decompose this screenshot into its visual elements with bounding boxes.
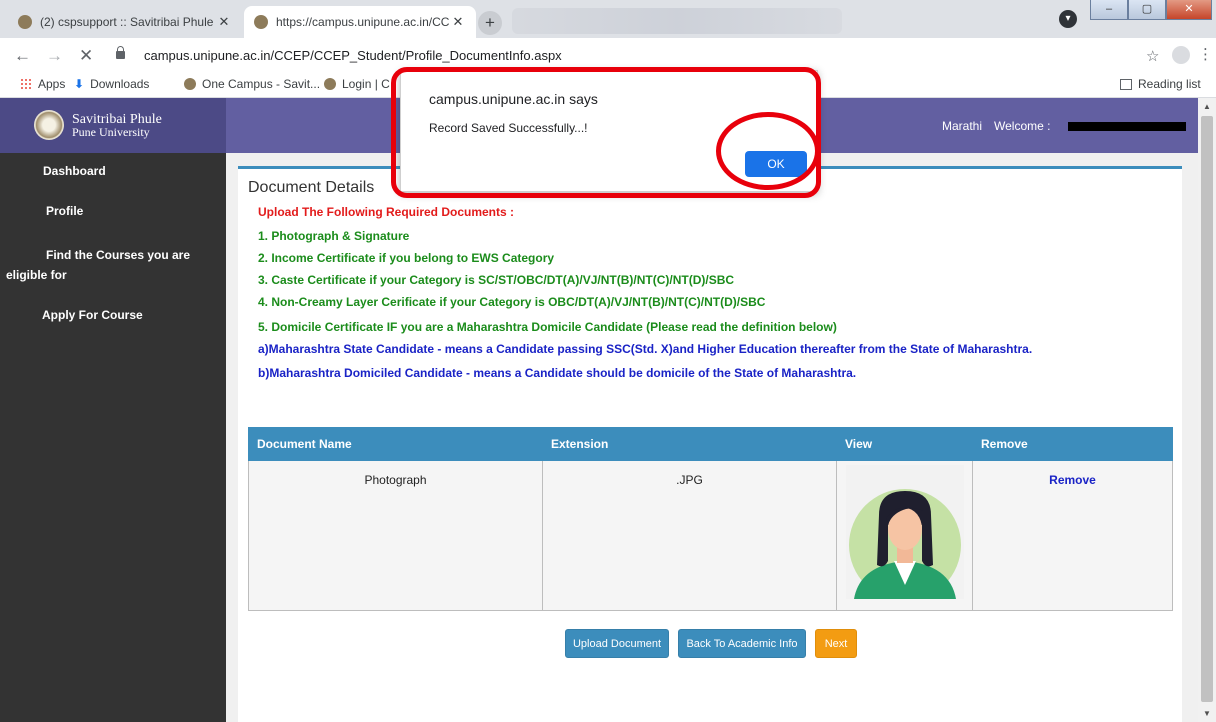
page-scrollbar[interactable]: ▲ ▼ — [1198, 98, 1216, 722]
browser-tabstrip: (2) cspsupport :: Savitribai Phule ✕ htt… — [0, 0, 1216, 38]
blurred-tab-area — [512, 8, 842, 34]
bookmark-star-icon[interactable]: ☆ — [1146, 47, 1159, 65]
upload-document-button[interactable]: Upload Document — [565, 629, 669, 658]
definition-item: a)Maharashtra State Candidate - means a … — [258, 342, 1033, 356]
university-favicon-icon — [254, 15, 268, 29]
remove-link[interactable]: Remove — [1049, 473, 1096, 487]
university-favicon-icon — [18, 15, 32, 29]
remove-cell: Remove — [972, 460, 1173, 611]
tab-search-icon[interactable]: ▾ — [1059, 10, 1077, 28]
bookmark-apps[interactable]: Apps — [20, 77, 65, 91]
documents-table: Document Name Extension View Remove Phot… — [248, 427, 1173, 611]
tab-campus[interactable]: https://campus.unipune.ac.in/CCI ✕ — [244, 6, 476, 38]
new-tab-button[interactable]: + — [478, 11, 502, 35]
sidebar-item-find-courses-cont[interactable]: eligible for — [6, 265, 67, 285]
sidebar: Dashboard Profile Find the Courses you a… — [0, 153, 226, 722]
university-favicon-icon — [324, 78, 336, 90]
sidebar-item-dashboard[interactable]: Dashboard — [43, 161, 106, 181]
apps-grid-icon — [20, 78, 32, 90]
document-details-card: Document Details Upload The Following Re… — [238, 166, 1182, 722]
column-header: Document Name — [248, 427, 543, 461]
scroll-thumb[interactable] — [1201, 116, 1213, 702]
back-arrow-icon[interactable]: ← — [14, 46, 31, 66]
document-name-cell: Photograph — [248, 460, 543, 611]
view-cell — [836, 460, 973, 611]
scroll-down-icon[interactable]: ▼ — [1203, 709, 1211, 718]
download-icon: ⬇ — [74, 77, 85, 91]
bookmark-label: Downloads — [90, 77, 150, 91]
requirement-item: 1. Photograph & Signature — [258, 229, 410, 243]
sidebar-item-apply-course[interactable]: Apply For Course — [42, 305, 143, 325]
window-close-button[interactable]: ✕ — [1166, 0, 1212, 20]
welcome-text: Welcome : — [994, 119, 1051, 133]
highlight-ok-circle — [716, 112, 820, 190]
window-controls: – ▢ ✕ — [1090, 0, 1212, 20]
bookmark-label: Login | C — [342, 77, 390, 91]
requirements-heading: Upload The Following Required Documents … — [258, 205, 515, 219]
stop-loading-icon[interactable]: ✕ — [79, 46, 93, 66]
extension-cell: .JPG — [542, 460, 837, 611]
browser-menu-icon[interactable]: ⋮ — [1198, 45, 1213, 63]
redacted-username — [1068, 122, 1186, 131]
maximize-button[interactable]: ▢ — [1128, 0, 1166, 20]
language-link[interactable]: Marathi — [942, 119, 982, 133]
sidebar-item-find-courses[interactable]: Find the Courses you are — [46, 245, 190, 265]
definition-item: b)Maharashtra Domiciled Candidate - mean… — [258, 366, 857, 380]
tab-close-icon[interactable]: ✕ — [216, 14, 232, 30]
university-favicon-icon — [184, 78, 196, 90]
photo-thumbnail[interactable] — [845, 465, 964, 599]
reading-list-icon — [1120, 78, 1132, 90]
logo-line2: Pune University — [72, 125, 150, 139]
bookmark-one-campus[interactable]: One Campus - Savit... — [184, 77, 320, 91]
minimize-button[interactable]: – — [1090, 0, 1128, 20]
column-header: Remove — [972, 427, 1173, 461]
table-row: Photograph .JPG Remove — [248, 460, 1173, 611]
forward-arrow-icon[interactable]: → — [46, 46, 63, 66]
requirement-item: 2. Income Certificate if you belong to E… — [258, 251, 555, 265]
requirement-item: 3. Caste Certificate if your Category is… — [258, 273, 735, 287]
requirement-item: 4. Non-Creamy Layer Cerificate if your C… — [258, 295, 766, 309]
logo-text: Savitribai Phule Pune University — [72, 113, 162, 139]
table-header-row: Document Name Extension View Remove — [248, 427, 1173, 461]
sidebar-item-profile[interactable]: Profile — [46, 201, 83, 221]
page-title: Document Details — [248, 179, 375, 196]
bookmark-label: Apps — [38, 77, 66, 91]
tab-cspsupport[interactable]: (2) cspsupport :: Savitribai Phule ✕ — [8, 6, 242, 38]
logo[interactable]: Savitribai Phule Pune University — [0, 98, 226, 153]
tab-title: https://campus.unipune.ac.in/CCI — [276, 15, 450, 29]
tab-title: (2) cspsupport :: Savitribai Phule — [40, 15, 214, 29]
bookmark-login[interactable]: Login | C — [324, 77, 390, 91]
bookmark-downloads[interactable]: ⬇ Downloads — [74, 77, 149, 91]
requirement-item: 5. Domicile Certificate IF you are a Mah… — [258, 320, 837, 334]
bookmark-label: One Campus - Savit... — [202, 77, 321, 91]
scroll-up-icon[interactable]: ▲ — [1203, 102, 1211, 111]
back-to-academic-info-button[interactable]: Back To Academic Info — [678, 629, 806, 658]
account-icon[interactable] — [1172, 46, 1190, 64]
tab-close-icon[interactable]: ✕ — [450, 14, 466, 30]
address-bar[interactable]: campus.unipune.ac.in/CCEP/CCEP_Student/P… — [104, 42, 1158, 70]
reading-list-label: Reading list — [1138, 77, 1201, 91]
next-button[interactable]: Next — [815, 629, 857, 658]
column-header: View — [836, 427, 973, 461]
column-header: Extension — [542, 427, 837, 461]
reading-list[interactable]: Reading list — [1120, 77, 1201, 91]
university-seal-icon — [34, 110, 64, 140]
